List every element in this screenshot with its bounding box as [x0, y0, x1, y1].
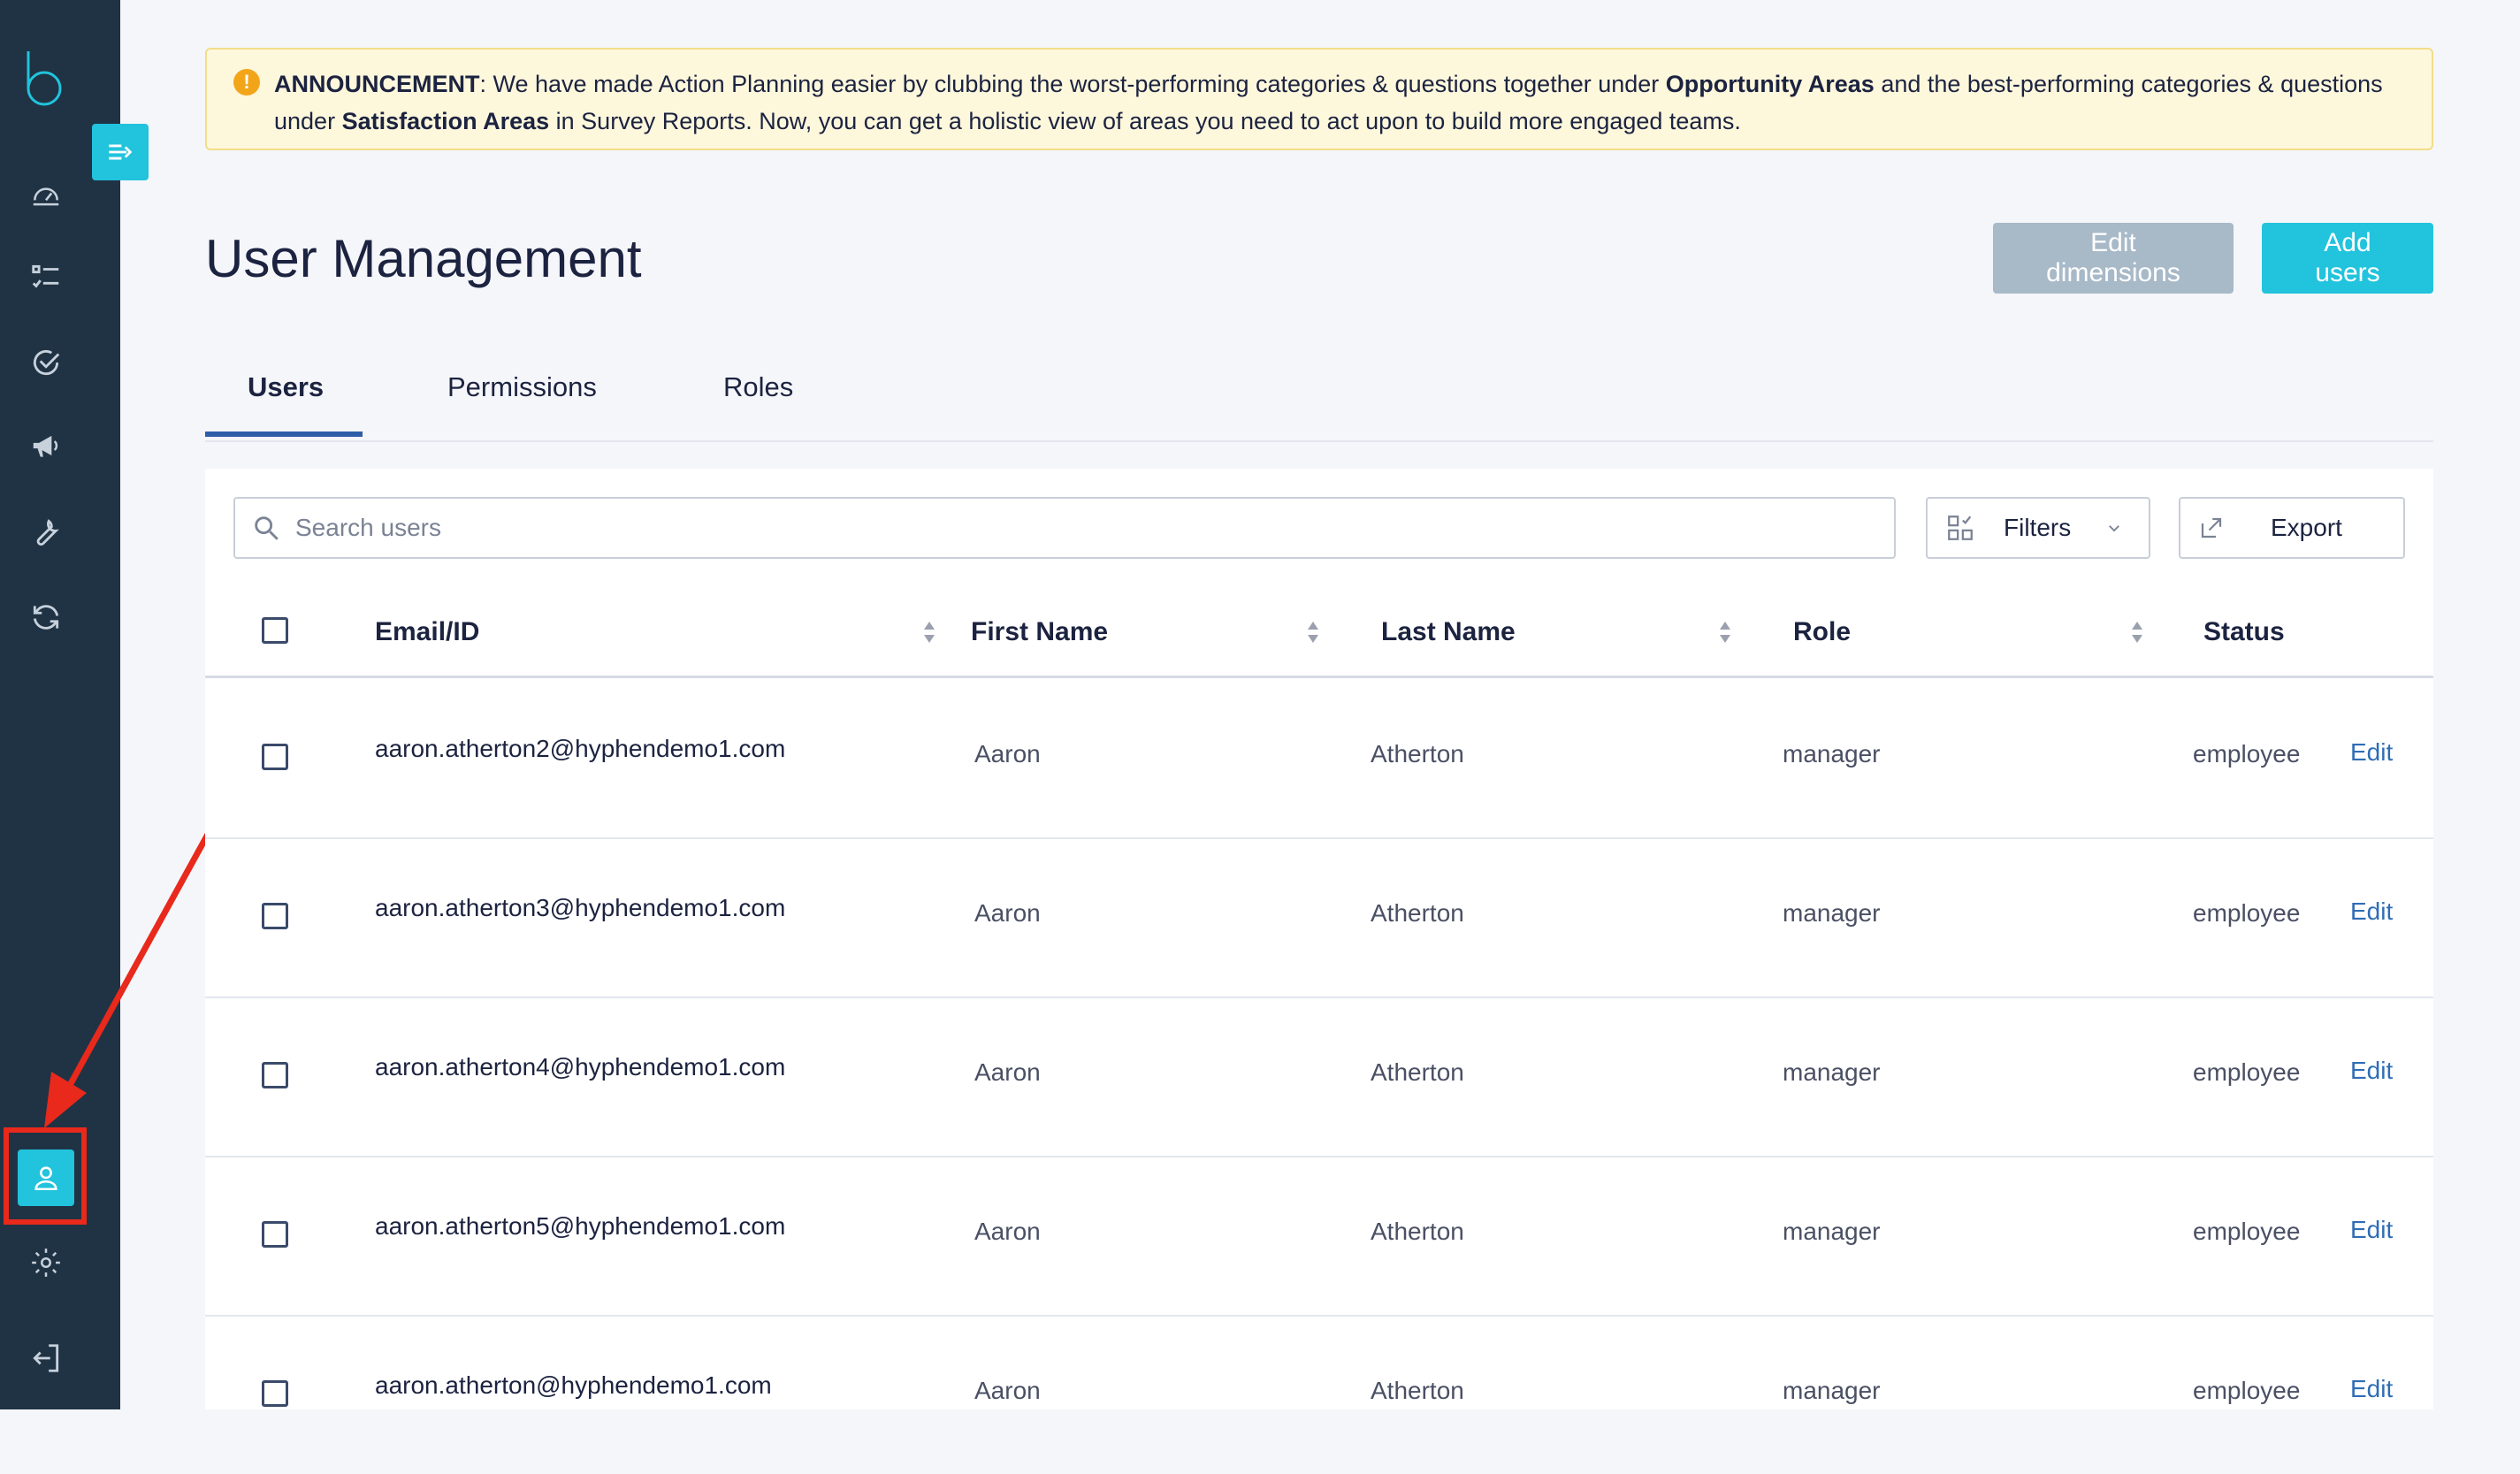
cell-first-name: Aaron	[974, 740, 1041, 768]
logout-icon[interactable]	[23, 1335, 69, 1381]
table-row: aaron.atherton5@hyphendemo1.com Aaron At…	[205, 1156, 2433, 1317]
active-tab-indicator	[205, 432, 363, 437]
cell-status: employee	[2193, 1377, 2301, 1404]
add-users-button[interactable]: Add users	[2262, 223, 2433, 294]
gear-icon[interactable]	[23, 1240, 69, 1286]
users-card: Filters Export Email/ID First Name Last …	[205, 469, 2433, 1409]
table-header: Email/ID First Name Last Name Role Statu…	[205, 592, 2433, 678]
sort-icon[interactable]	[1717, 619, 1733, 645]
expand-icon	[109, 144, 133, 160]
table-row: aaron.atherton4@hyphendemo1.com Aaron At…	[205, 997, 2433, 1157]
cell-last-name: Atherton	[1371, 1058, 1464, 1086]
cell-status: employee	[2193, 740, 2301, 768]
filter-grid-icon	[1948, 516, 1973, 540]
row-checkbox[interactable]	[262, 1062, 288, 1088]
cell-role: manager	[1783, 899, 1881, 927]
page-title: User Management	[205, 229, 642, 288]
cell-last-name: Atherton	[1371, 1218, 1464, 1245]
table-row: aaron.atherton3@hyphendemo1.com Aaron At…	[205, 837, 2433, 998]
filters-label: Filters	[2004, 514, 2072, 541]
export-icon	[2201, 517, 2222, 538]
edit-dimensions-button[interactable]: Edit dimensions	[1993, 223, 2234, 294]
announcement-bold: Satisfaction Areas	[341, 108, 550, 134]
cell-last-name: Atherton	[1371, 1377, 1464, 1404]
cell-status: employee	[2193, 1058, 2301, 1086]
edit-link[interactable]: Edit	[2350, 1216, 2393, 1244]
column-header-first-name[interactable]: First Name	[971, 617, 1108, 647]
column-header-last-name[interactable]: Last Name	[1381, 617, 1516, 647]
cell-status: employee	[2193, 899, 2301, 927]
row-checkbox[interactable]	[262, 744, 288, 770]
export-button[interactable]: Export	[2179, 497, 2405, 559]
tab-permissions[interactable]: Permissions	[447, 371, 597, 403]
search-box	[233, 497, 1896, 559]
export-label: Export	[2271, 514, 2342, 541]
sort-icon[interactable]	[921, 619, 937, 645]
row-checkbox[interactable]	[262, 1221, 288, 1248]
refresh-icon[interactable]	[23, 594, 69, 640]
cell-email: aaron.atherton3@hyphendemo1.com	[375, 894, 786, 921]
brand-logo-icon	[27, 51, 62, 106]
column-header-email[interactable]: Email/ID	[375, 617, 479, 647]
dashboard-icon[interactable]	[23, 172, 69, 218]
tab-users[interactable]: Users	[248, 371, 324, 403]
cell-email: aaron.atherton5@hyphendemo1.com	[375, 1212, 786, 1240]
announcement-text: : We have made Action Planning easier by…	[479, 71, 1666, 97]
cell-last-name: Atherton	[1371, 740, 1464, 768]
search-input[interactable]	[294, 513, 1853, 543]
checklist-icon[interactable]	[23, 255, 69, 301]
row-checkbox[interactable]	[262, 903, 288, 929]
edit-link[interactable]: Edit	[2350, 738, 2393, 767]
edit-link[interactable]: Edit	[2350, 1057, 2393, 1085]
announcement-banner: ! ANNOUNCEMENT: We have made Action Plan…	[205, 48, 2433, 150]
cell-last-name: Atherton	[1371, 899, 1464, 927]
wrench-icon[interactable]	[23, 509, 69, 555]
megaphone-icon[interactable]	[23, 423, 69, 469]
cell-first-name: Aaron	[974, 1377, 1041, 1404]
expand-sidebar-button[interactable]	[92, 124, 149, 180]
filters-dropdown[interactable]: Filters	[1926, 497, 2150, 559]
tab-roles[interactable]: Roles	[723, 371, 793, 403]
cell-first-name: Aaron	[974, 1058, 1041, 1086]
cell-status: employee	[2193, 1218, 2301, 1245]
warning-icon: !	[233, 69, 260, 95]
chevron-down-icon	[2109, 525, 2120, 532]
cell-role: manager	[1783, 740, 1881, 768]
cell-email: aaron.atherton@hyphendemo1.com	[375, 1371, 772, 1399]
announcement-text: in Survey Reports. Now, you can get a ho…	[549, 108, 1741, 134]
sort-icon[interactable]	[2129, 619, 2145, 645]
edit-link[interactable]: Edit	[2350, 1375, 2393, 1403]
table-row: aaron.atherton@hyphendemo1.com Aaron Ath…	[205, 1315, 2433, 1474]
cell-first-name: Aaron	[974, 899, 1041, 927]
cell-email: aaron.atherton2@hyphendemo1.com	[375, 735, 786, 762]
select-all-checkbox[interactable]	[262, 617, 288, 644]
annotation-highlight-box	[4, 1127, 87, 1225]
tab-bar: Users Permissions Roles	[205, 354, 2433, 442]
cell-email: aaron.atherton4@hyphendemo1.com	[375, 1053, 786, 1081]
search-icon	[255, 516, 279, 540]
announcement-label: ANNOUNCEMENT	[274, 71, 480, 97]
table-row: aaron.atherton2@hyphendemo1.com Aaron At…	[205, 678, 2433, 839]
column-header-status: Status	[2203, 617, 2285, 646]
cell-role: manager	[1783, 1377, 1881, 1404]
sort-icon[interactable]	[1305, 619, 1321, 645]
edit-link[interactable]: Edit	[2350, 897, 2393, 926]
cell-role: manager	[1783, 1058, 1881, 1086]
row-checkbox[interactable]	[262, 1380, 288, 1407]
announcement-bold: Opportunity Areas	[1665, 71, 1875, 97]
cell-role: manager	[1783, 1218, 1881, 1245]
cell-first-name: Aaron	[974, 1218, 1041, 1245]
column-header-role[interactable]: Role	[1793, 617, 1851, 647]
check-circle-icon[interactable]	[23, 340, 69, 386]
